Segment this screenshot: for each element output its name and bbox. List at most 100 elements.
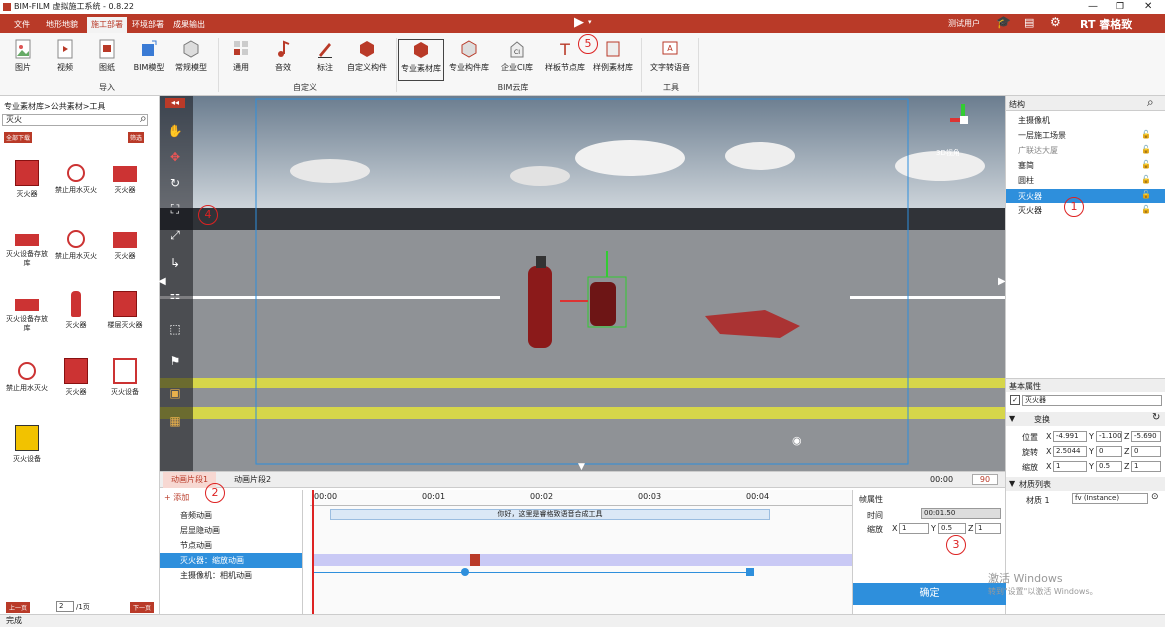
position-z-field[interactable]: -5.690 [1131,431,1161,442]
search-icon[interactable]: ⌕ [1147,95,1154,110]
lock-icon[interactable]: 🔓 [1141,205,1151,214]
material-field[interactable]: fv (Instance) [1072,493,1148,504]
page-input[interactable]: 2 [56,601,74,612]
scale-x-field[interactable]: 1 [1053,461,1087,472]
frame-scale-z[interactable]: 1 [975,523,1001,534]
track-audio[interactable]: 音频动画 [160,508,302,523]
camera-clip[interactable] [312,572,752,573]
audio-clip[interactable]: 你好，这里是睿格致语音合成工具 [330,509,770,520]
collapse-icon[interactable]: ▼ [1009,479,1015,488]
bottom-expand-icon[interactable]: ▼ [578,462,585,471]
tab-construction[interactable]: 施工部署 [87,17,127,33]
asset-item[interactable]: 灭火设备存放库 [4,226,50,268]
rotation-z-field[interactable]: 0 [1131,446,1161,457]
target-icon[interactable]: ⊙ [1151,492,1159,502]
sound-button[interactable]: 音效 [260,39,306,73]
asset-item[interactable]: 灭火设备 [4,425,50,464]
play-icon[interactable]: ▶ [574,15,584,30]
frame-time-field[interactable]: 00:01.50 [921,508,1001,519]
asset-item[interactable]: 灭火器 [102,160,148,195]
tab-environment[interactable]: 环境部署 [128,17,168,33]
bim-model-button[interactable]: BIM模型 [126,39,172,73]
hand-icon[interactable]: ✋ [165,124,185,142]
annotation-button[interactable]: 标注 [302,39,348,73]
image-button[interactable]: 图片 [0,39,46,73]
asset-item[interactable]: 灭火器 [53,358,99,397]
box-select-icon[interactable]: ▦ [165,414,185,432]
frame-scale-x[interactable]: 1 [899,523,929,534]
pro-material-button[interactable]: 专业素材库 [398,39,444,81]
tab-output[interactable]: 成果输出 [169,17,209,33]
asset-item[interactable]: 禁止用水灭火 [4,358,50,393]
tab-terrain[interactable]: 地形地貌 [42,17,82,33]
restore-icon[interactable]: ❐ [1116,0,1124,14]
custom-component-button[interactable]: 自定义构件 [344,39,390,73]
flag-icon[interactable]: ⚑ [165,354,185,372]
path-icon[interactable]: ↳ [165,256,185,274]
tree-item[interactable]: 广联达大厦 [1018,144,1058,158]
position-y-field[interactable]: -1.100 [1096,431,1122,442]
enterprise-ci-button[interactable]: CI 企业CI库 [494,39,540,73]
rotate-icon[interactable]: ↻ [165,176,185,194]
user-name[interactable]: 测试用户 [948,18,980,29]
tab-file[interactable]: 文件 [10,17,34,33]
eye-icon[interactable]: ◉ [792,434,802,447]
view-gizmo[interactable] [950,104,980,134]
fps-field[interactable]: 90 [972,474,998,485]
prev-page-button[interactable]: 上一页 [6,602,31,613]
pro-component-button[interactable]: 专业构件库 [446,39,492,73]
asset-item[interactable]: 灭火设备存放库 [4,291,50,333]
timeline-lanes[interactable]: 00:00 00:01 00:02 00:03 00:04 你好，这里是睿格致语… [310,490,852,615]
graduation-cap-icon[interactable]: 🎓 [996,15,1011,29]
visible-checkbox[interactable]: ✓ [1010,395,1020,405]
track-node[interactable]: 节点动画 [160,538,302,553]
measure-icon[interactable]: ⚏ [165,288,185,306]
resize-icon[interactable]: ⤢ [165,228,185,246]
video-button[interactable]: 视频 [42,39,88,73]
keyframe[interactable] [461,568,469,576]
name-field[interactable]: 灭火器 [1022,395,1162,406]
scale-z-field[interactable]: 1 [1131,461,1161,472]
track-visibility[interactable]: 层显隐动画 [160,523,302,538]
rotation-y-field[interactable]: 0 [1096,446,1122,457]
select-box-icon[interactable]: ⬚ [165,322,185,340]
tree-item[interactable]: 主摄像机 [1018,114,1050,128]
tree-item[interactable]: 一层施工场景 [1018,129,1066,143]
confirm-button[interactable]: 确定 [853,583,1006,605]
drawing-button[interactable]: 图纸 [84,39,130,73]
document-icon[interactable]: ▤ [1024,16,1034,29]
search-input[interactable]: 灭火 [2,114,148,126]
asset-item[interactable]: 禁止用水灭火 [53,226,99,261]
playhead[interactable] [312,490,314,615]
chevron-down-icon[interactable]: ▾ [588,18,592,26]
rotation-x-field[interactable]: 2.5044 [1053,446,1087,457]
asset-item[interactable]: 禁止用水灭火 [53,160,99,195]
asset-item[interactable]: 灭火器 [102,226,148,261]
collapse-toolbar-button[interactable]: ◂◂ [165,98,185,108]
3d-viewport[interactable]: 3D视角 ◉ ▶ ▼ [160,96,1005,471]
asset-item[interactable]: 灭火器 [4,160,50,199]
next-page-button[interactable]: 下一页 [130,602,155,613]
add-track-button[interactable]: + 添加 [164,492,189,503]
move-icon[interactable]: ✥ [165,150,185,168]
text-to-speech-button[interactable]: A 文字转语音 [644,39,696,73]
track-camera[interactable]: 主摄像机：相机动画 [160,568,302,583]
frame-scale-y[interactable]: 0.5 [938,523,966,534]
filter-button[interactable]: 筛选 [128,132,145,143]
track-extinguisher-scale[interactable]: 灭火器：缩放动画 [160,553,302,568]
gear-icon[interactable]: ⚙ [1050,15,1061,29]
position-x-field[interactable]: -4.991 [1053,431,1087,442]
keyframe[interactable] [746,568,754,576]
minimize-icon[interactable]: — [1088,0,1098,14]
scale-y-field[interactable]: 0.5 [1096,461,1122,472]
scale-clip[interactable] [312,554,852,566]
asset-item[interactable]: 楼层灭火器 [102,291,148,330]
tree-item[interactable]: 塞简 [1018,159,1034,173]
tab-clip-2[interactable]: 动画片段2 [226,472,279,488]
collapse-icon[interactable]: ▼ [1009,414,1015,423]
lock-icon[interactable]: 🔓 [1141,190,1151,199]
box-icon[interactable]: ▣ [165,386,185,404]
download-all-button[interactable]: 全部下载 [4,132,33,143]
asset-item[interactable]: 灭火设备 [102,358,148,397]
keyframe[interactable] [470,554,480,566]
